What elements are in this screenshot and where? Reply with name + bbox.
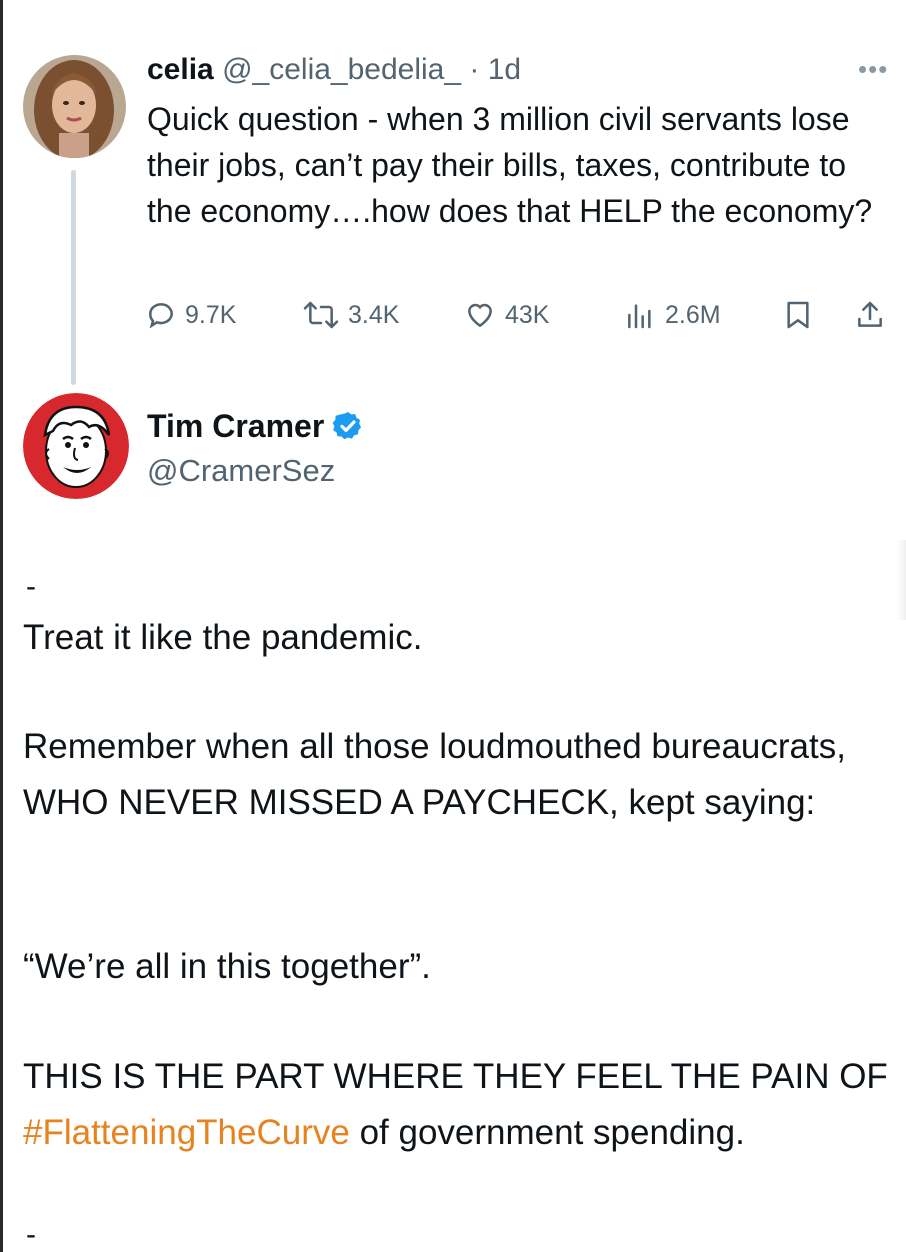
like-icon [468,303,492,328]
share-icon [858,301,882,327]
reply-button[interactable]: 9.7K [145,292,236,338]
post-paragraph-4-start: THIS IS THE PART WHERE THEY FEEL THE PAI… [23,1057,888,1096]
thread-line [71,170,76,385]
repost-icon [303,301,339,329]
post-paragraph-1: Treat it like the pandemic. [23,618,423,657]
header-separator: · [461,53,488,86]
more-icon[interactable]: ••• [858,54,898,84]
author-name[interactable]: Tim Cramer [147,406,364,446]
post-paragraph-3: “We’re all in this together”. [23,947,431,986]
tim-avatar[interactable] [23,393,129,499]
reply-to-text: Quick question - when 3 million civil se… [147,101,873,229]
author-name-text: Tim Cramer [147,408,325,444]
edge-shadow [896,540,906,620]
reply-to-name[interactable]: celia [147,53,214,86]
bookmark-icon [787,301,809,329]
like-button[interactable]: 43K [463,292,549,338]
post-paragraph-4: THIS IS THE PART WHERE THEY FEEL THE PAI… [23,1049,893,1161]
author-handle[interactable]: @CramerSez [147,452,335,490]
post-paragraph-4-end: of government spending. [349,1113,745,1152]
views-button[interactable]: 2.6M [623,292,721,338]
bookmark-button[interactable] [782,292,822,338]
views-icon [628,304,651,329]
separator-dash-bottom: - [26,1218,36,1251]
reply-to-actions: 9.7K 3.4K 43K 2.6M [145,292,895,338]
repost-count: 3.4K [348,300,400,329]
separator-dash-top: - [26,570,36,603]
window-edge [0,0,3,1252]
reply-to-header: celia @_celia_bedelia_ · 1d [147,52,521,88]
like-count: 43K [505,300,550,329]
reply-icon [149,303,173,329]
reply-to-time[interactable]: 1d [488,53,521,86]
post-paragraph-2: Remember when all those loudmouthed bure… [23,727,846,822]
celia-avatar[interactable] [23,55,126,158]
share-button[interactable] [854,292,894,338]
verified-badge-icon[interactable] [332,410,364,442]
views-count: 2.6M [665,300,721,329]
reply-count: 9.7K [185,300,237,329]
repost-button[interactable]: 3.4K [302,292,399,338]
reply-to-handle[interactable]: @_celia_bedelia_ [222,53,461,86]
hashtag-link[interactable]: #FlatteningTheCurve [23,1113,350,1152]
